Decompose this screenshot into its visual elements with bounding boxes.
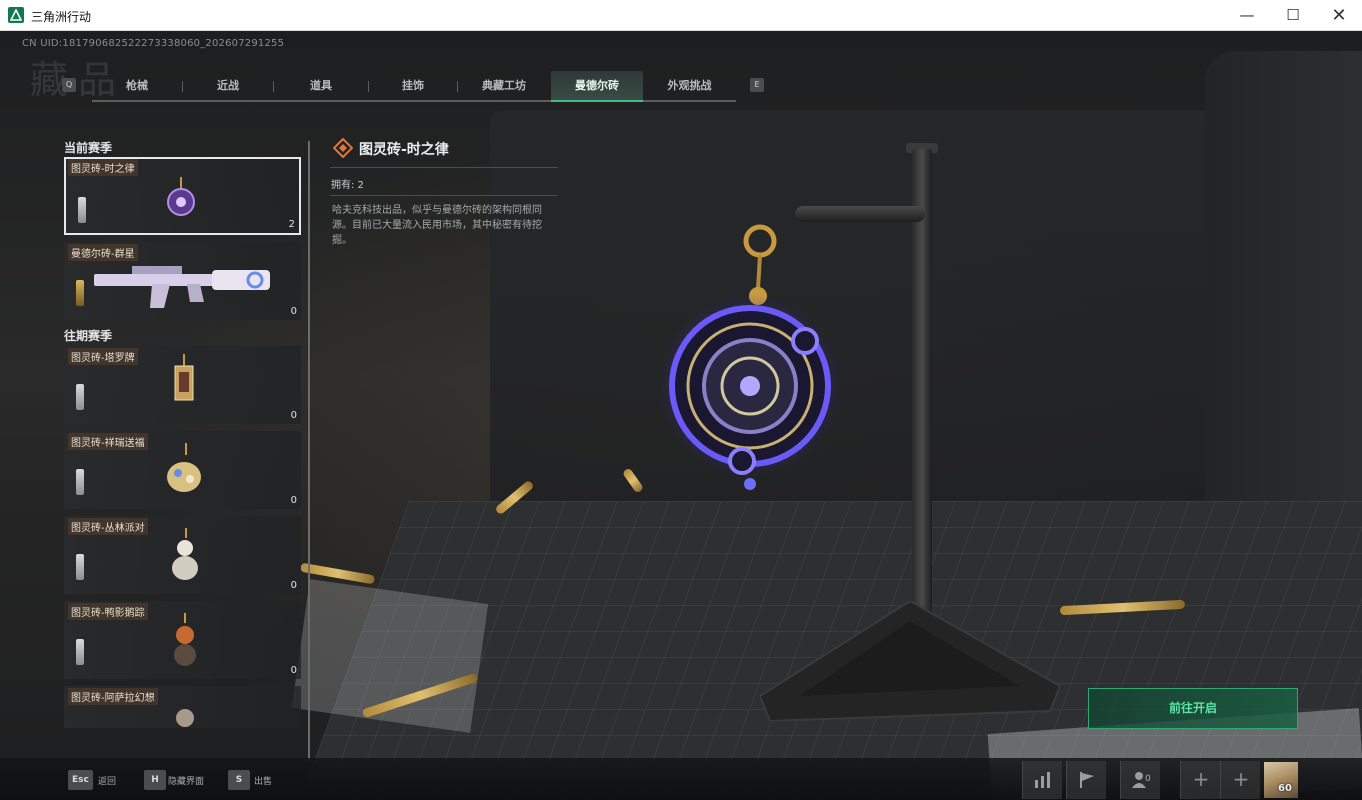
- item-count: 2: [288, 219, 295, 230]
- item-name: 图灵砖-祥瑞送福: [68, 433, 148, 450]
- player-level: 60: [1278, 783, 1292, 794]
- tab-firearms[interactable]: 枪械: [92, 71, 182, 102]
- add-slot-button[interactable]: +: [1220, 761, 1260, 799]
- brick-tag-icon: [78, 197, 86, 223]
- stand-base: [760, 601, 1060, 721]
- display-stand: [912, 149, 932, 639]
- list-scrollbar[interactable]: [308, 141, 310, 761]
- maximize-button[interactable]: ☐: [1270, 0, 1316, 31]
- tab-items[interactable]: 道具: [274, 71, 368, 102]
- item-count: 0: [290, 495, 297, 506]
- item-card[interactable]: 图灵砖-阿萨拉幻想: [64, 686, 301, 728]
- app-logo-icon: [8, 7, 24, 23]
- item-name: 图灵砖-塔罗牌: [68, 348, 138, 365]
- item-count: 0: [290, 306, 297, 317]
- add-slot-button[interactable]: +: [1180, 761, 1220, 799]
- section-current-season: 当前赛季: [64, 141, 113, 155]
- game-window: 三角洲行动 — ☐ ✕ CN UID:181790682522273338060…: [0, 0, 1362, 800]
- prev-tab-key[interactable]: Q: [62, 78, 76, 92]
- close-button[interactable]: ✕: [1316, 0, 1362, 31]
- item-count: 0: [290, 410, 297, 421]
- add-icon: +: [1192, 767, 1210, 791]
- window-title: 三角洲行动: [31, 10, 92, 24]
- hint-label: 隐藏界面: [168, 777, 205, 787]
- tab-appearance-challenge[interactable]: 外观挑战: [643, 71, 736, 102]
- item-description: 哈夫克科技出品，似乎与曼德尔砖的架构同根同源。目前已大量流入民用市场，其中秘密有…: [332, 205, 542, 246]
- charm-preview: [658, 224, 842, 490]
- add-icon: +: [1232, 767, 1250, 791]
- detail-divider: [330, 195, 558, 196]
- item-count: 0: [290, 665, 297, 676]
- minimize-button[interactable]: —: [1224, 0, 1270, 31]
- flag-button[interactable]: [1066, 761, 1106, 799]
- title-bar: 三角洲行动 — ☐ ✕: [0, 0, 1362, 31]
- brick-tag-icon: [76, 469, 84, 495]
- flag-icon: [1080, 772, 1094, 788]
- collection-screen: CN UID:181790682522273338060_20260729125…: [0, 31, 1362, 800]
- next-tab-key[interactable]: E: [750, 78, 764, 92]
- section-past-seasons: 往期赛季: [64, 329, 113, 343]
- hint-label: 出售: [254, 777, 273, 787]
- brick-tag-icon: [76, 280, 84, 306]
- item-thumbnail: [176, 709, 194, 727]
- item-card[interactable]: 图灵砖-丛林派对 0: [64, 516, 301, 594]
- item-thumbnail: [174, 354, 194, 401]
- tab-melee[interactable]: 近战: [183, 71, 273, 102]
- item-card[interactable]: 图灵砖-鸭影鹅踪 0: [64, 601, 301, 679]
- hint-label: 返回: [98, 777, 117, 787]
- stats-button[interactable]: [1022, 761, 1062, 799]
- item-card[interactable]: 曼德尔砖-群星 0: [64, 242, 301, 320]
- item-thumbnail: [94, 266, 270, 308]
- item-thumbnail: [172, 528, 198, 580]
- item-name: 图灵砖-鸭影鹅踪: [68, 603, 148, 620]
- player-uid: CN UID:181790682522273338060_20260729125…: [22, 38, 285, 49]
- esc-key: Esc: [68, 770, 93, 790]
- detail-divider: [330, 167, 558, 168]
- friends-count: 0: [1145, 774, 1151, 784]
- item-thumbnail: [174, 613, 196, 666]
- h-key: H: [144, 770, 166, 790]
- brick-tag-icon: [76, 384, 84, 410]
- go-open-button[interactable]: 前往开启: [1088, 688, 1298, 729]
- item-thumbnail: [167, 443, 201, 492]
- item-name: 图灵砖-丛林派对: [68, 518, 148, 535]
- tab-charms[interactable]: 挂饰: [369, 71, 457, 102]
- item-card-selected[interactable]: 图灵砖-时之律 2: [64, 157, 301, 235]
- owned-count: 拥有: 2: [331, 180, 364, 191]
- tab-mandel-brick[interactable]: 曼德尔砖: [551, 71, 643, 102]
- item-thumbnail: [167, 177, 195, 216]
- item-count: 0: [290, 580, 297, 591]
- brick-tag-icon: [76, 639, 84, 665]
- detail-title: 图灵砖-时之律: [359, 142, 449, 158]
- s-key: S: [228, 770, 250, 790]
- item-card[interactable]: 图灵砖-塔罗牌 0: [64, 346, 301, 424]
- brick-tag-icon: [76, 554, 84, 580]
- item-card[interactable]: 图灵砖-祥瑞送福 0: [64, 431, 301, 509]
- tab-workshop[interactable]: 典藏工坊: [458, 71, 550, 102]
- rarity-diamond-icon: [333, 138, 353, 158]
- item-name: 图灵砖-时之律: [68, 159, 138, 176]
- stats-icon: [1035, 772, 1050, 788]
- friends-button[interactable]: 0: [1120, 761, 1160, 799]
- item-name: 图灵砖-阿萨拉幻想: [68, 688, 158, 705]
